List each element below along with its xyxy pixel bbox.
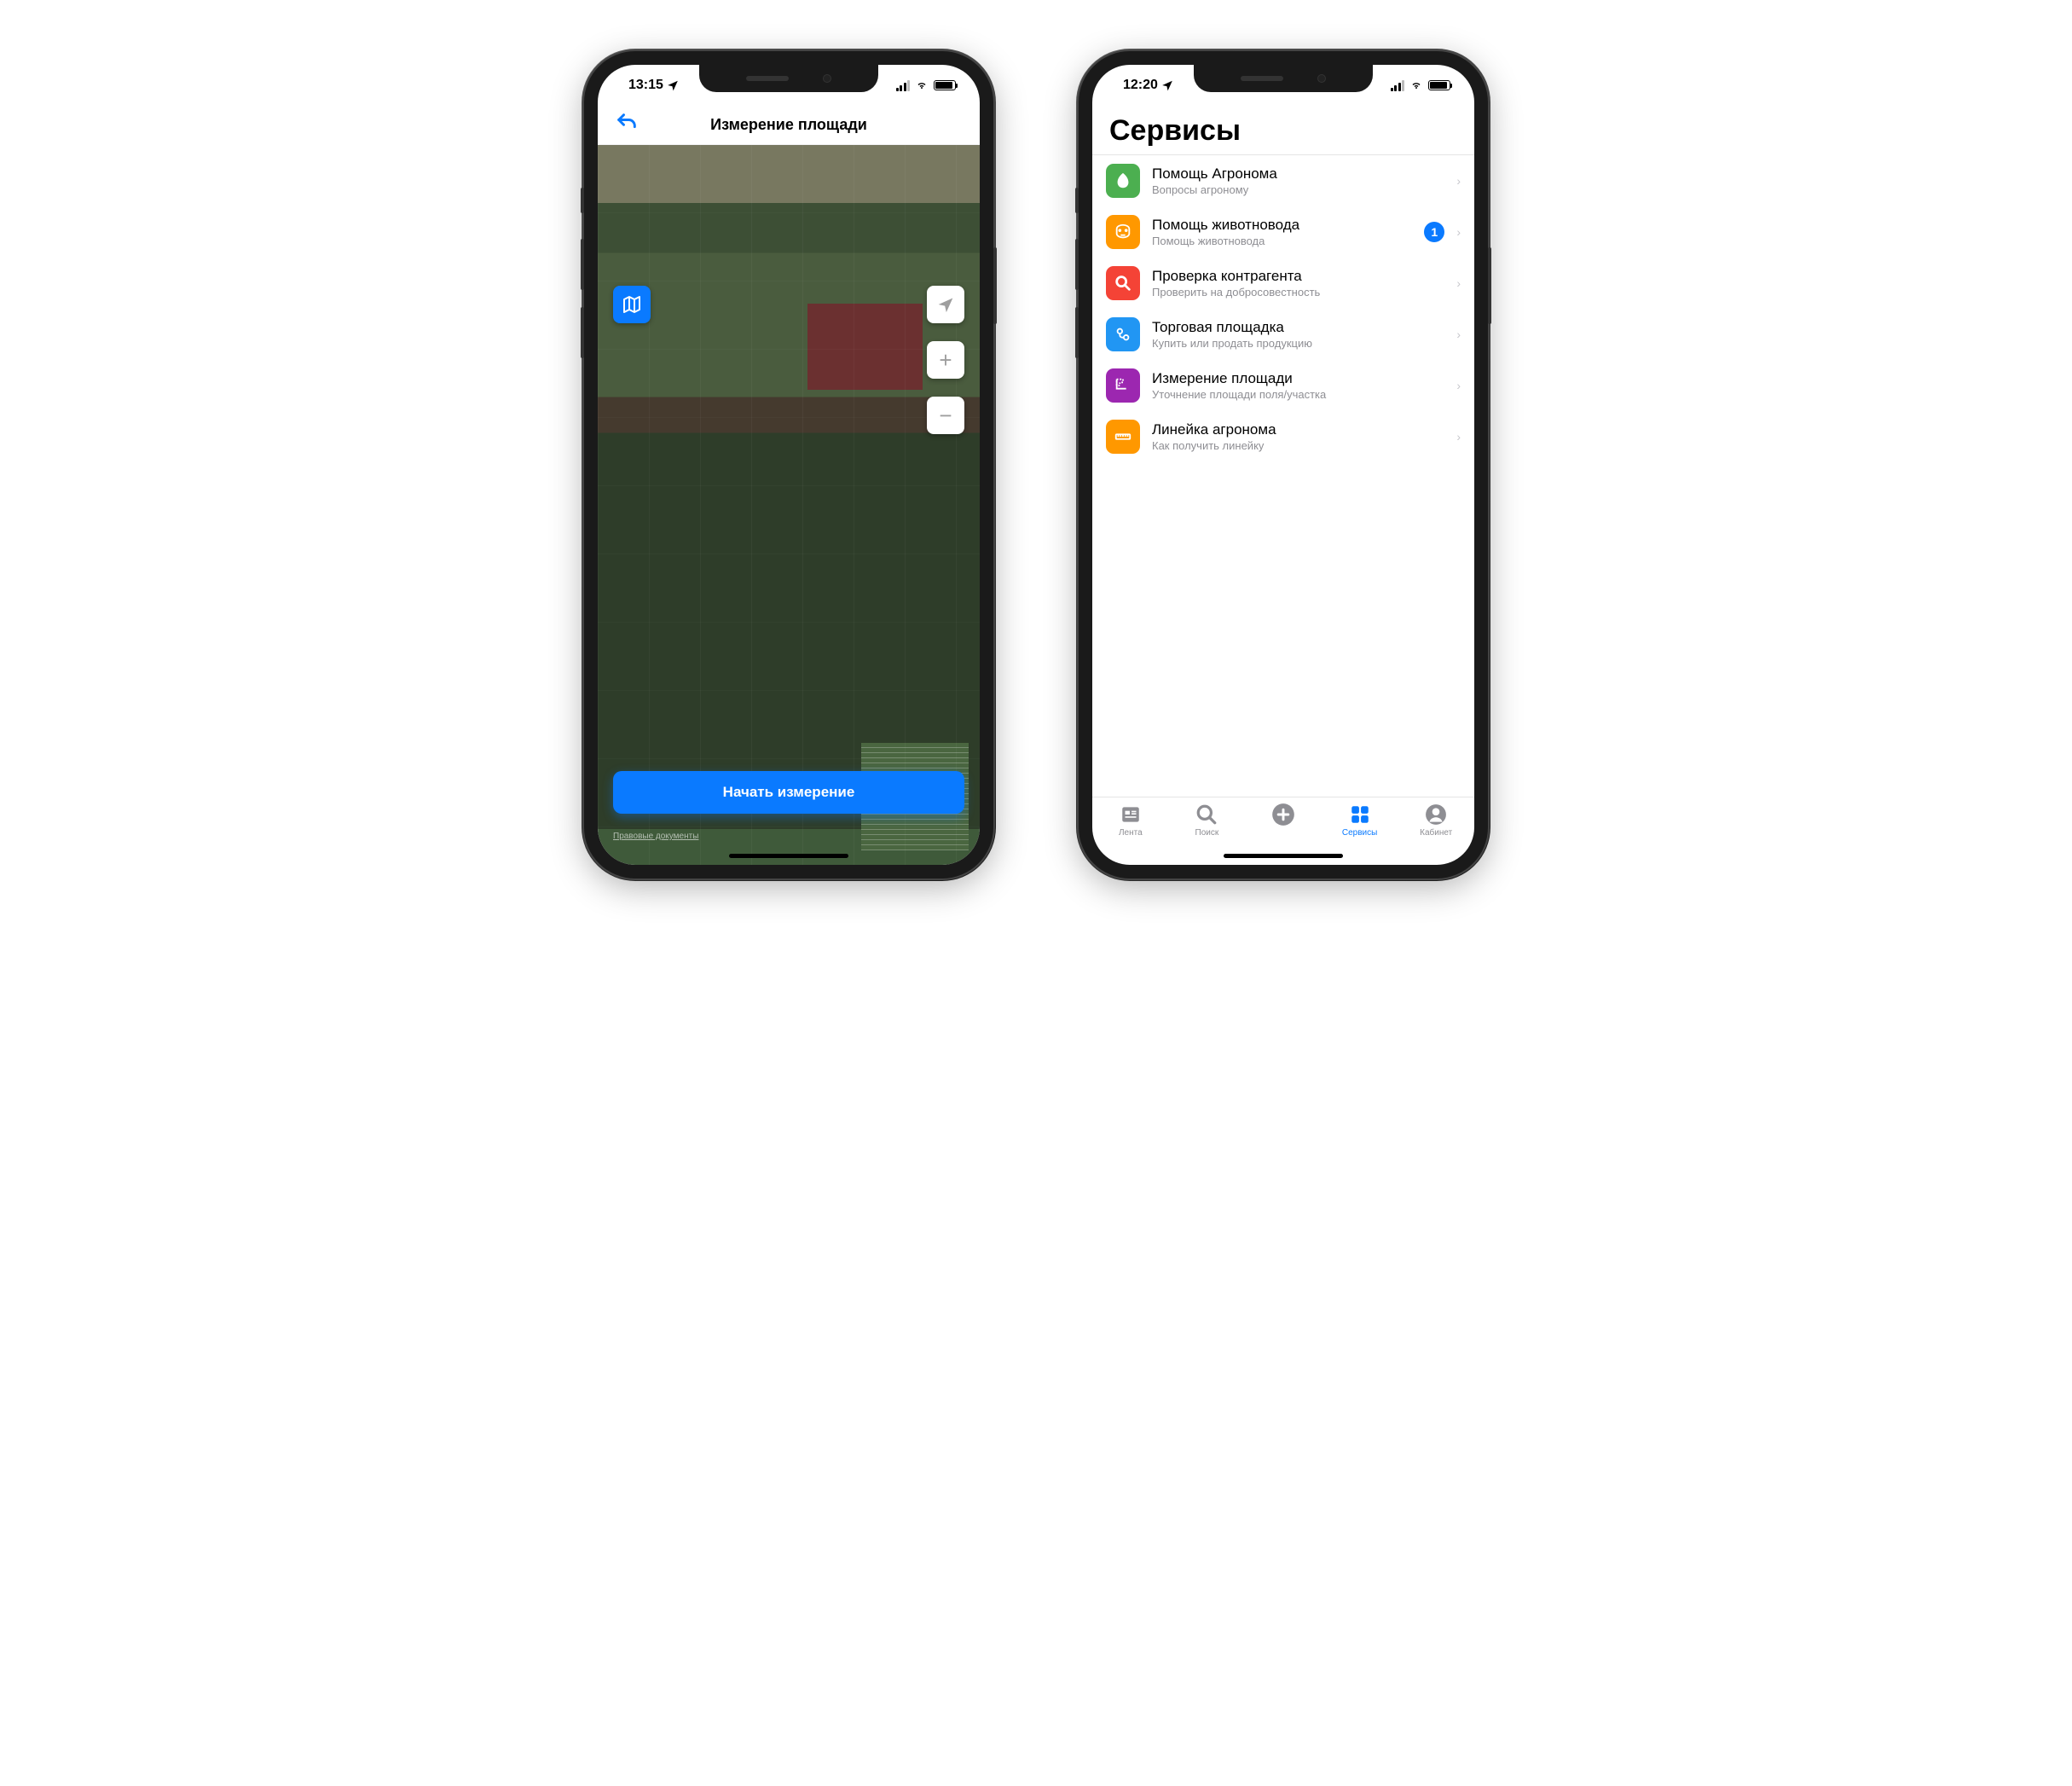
location-services-icon [667, 79, 679, 91]
page-title: Сервисы [1092, 106, 1474, 154]
service-subtitle: Купить или продать продукцию [1152, 337, 1444, 350]
services-list: Помощь Агронома Вопросы агроному › Помощ… [1092, 155, 1474, 797]
search-icon [1195, 803, 1218, 826]
signal-icon [896, 80, 911, 91]
tab-profile[interactable]: Кабинет [1406, 803, 1466, 865]
chevron-right-icon: › [1456, 225, 1461, 239]
map-layers-button[interactable] [613, 286, 651, 323]
service-subtitle: Как получить линейку [1152, 439, 1444, 452]
service-title: Помощь Агронома [1152, 165, 1444, 183]
service-row-livestock-help[interactable]: Помощь животновода Помощь животновода 1 … [1092, 206, 1474, 258]
phone-mockup-left: 13:15 Измерение площади [584, 51, 993, 879]
signal-icon [1391, 80, 1405, 91]
location-arrow-icon [937, 296, 954, 313]
back-button[interactable] [615, 111, 639, 139]
location-services-icon [1161, 79, 1173, 91]
search-icon [1106, 266, 1140, 300]
zoom-in-button[interactable]: + [927, 341, 964, 379]
battery-icon [1428, 80, 1450, 90]
service-title: Измерение площади [1152, 370, 1444, 387]
minus-icon: − [939, 404, 952, 426]
service-title: Проверка контрагента [1152, 268, 1444, 285]
tab-label: Сервисы [1342, 828, 1377, 838]
wifi-icon [1409, 80, 1423, 90]
market-icon [1106, 317, 1140, 351]
primary-button-label: Начать измерение [723, 784, 855, 801]
ruler-area-icon [1106, 368, 1140, 403]
tab-label: Кабинет [1420, 828, 1452, 838]
wifi-icon [915, 80, 929, 90]
service-row-counterparty-check[interactable]: Проверка контрагента Проверить на доброс… [1092, 258, 1474, 309]
nav-header: Измерение площади [598, 106, 980, 145]
start-measurement-button[interactable]: Начать измерение [613, 771, 964, 814]
locate-button[interactable] [927, 286, 964, 323]
leaf-icon [1106, 164, 1140, 198]
service-subtitle: Вопросы агроному [1152, 183, 1444, 196]
home-indicator[interactable] [729, 854, 848, 858]
plus-icon: + [939, 349, 952, 371]
chevron-right-icon: › [1456, 379, 1461, 392]
map-view[interactable]: + − Начать измерение Правовые документы [598, 145, 980, 865]
tab-feed[interactable]: Лента [1101, 803, 1160, 865]
service-subtitle: Помощь животновода [1152, 235, 1412, 247]
status-time: 13:15 [628, 78, 663, 93]
status-time: 12:20 [1123, 78, 1158, 93]
home-indicator[interactable] [1224, 854, 1343, 858]
service-title: Помощь животновода [1152, 217, 1412, 234]
notification-badge: 1 [1424, 222, 1444, 242]
service-title: Линейка агронома [1152, 421, 1444, 438]
chevron-right-icon: › [1456, 430, 1461, 444]
phone-mockup-right: 12:20 Сервисы Помощь Агронома Вопросы аг… [1079, 51, 1488, 879]
undo-icon [615, 111, 639, 135]
service-row-agronomist-ruler[interactable]: Линейка агронома Как получить линейку › [1092, 411, 1474, 462]
notch [699, 65, 878, 92]
tab-label: Поиск [1195, 828, 1219, 838]
notch [1194, 65, 1373, 92]
legal-documents-link[interactable]: Правовые документы [613, 832, 698, 841]
tab-label: Лента [1119, 828, 1143, 838]
zoom-out-button[interactable]: − [927, 397, 964, 434]
service-title: Торговая площадка [1152, 319, 1444, 336]
nav-title: Измерение площади [710, 116, 867, 134]
cow-icon [1106, 215, 1140, 249]
battery-icon [934, 80, 956, 90]
service-subtitle: Уточнение площади поля/участка [1152, 388, 1444, 401]
chevron-right-icon: › [1456, 328, 1461, 341]
profile-icon [1424, 803, 1448, 826]
add-icon [1271, 803, 1295, 826]
service-row-area-measurement[interactable]: Измерение площади Уточнение площади поля… [1092, 360, 1474, 411]
feed-icon [1119, 803, 1143, 826]
chevron-right-icon: › [1456, 276, 1461, 290]
map-icon [622, 294, 642, 315]
grid-icon [1348, 803, 1372, 826]
ruler-icon [1106, 420, 1140, 454]
service-row-marketplace[interactable]: Торговая площадка Купить или продать про… [1092, 309, 1474, 360]
service-subtitle: Проверить на добросовестность [1152, 286, 1444, 299]
chevron-right-icon: › [1456, 174, 1461, 188]
service-row-agronomist-help[interactable]: Помощь Агронома Вопросы агроному › [1092, 155, 1474, 206]
